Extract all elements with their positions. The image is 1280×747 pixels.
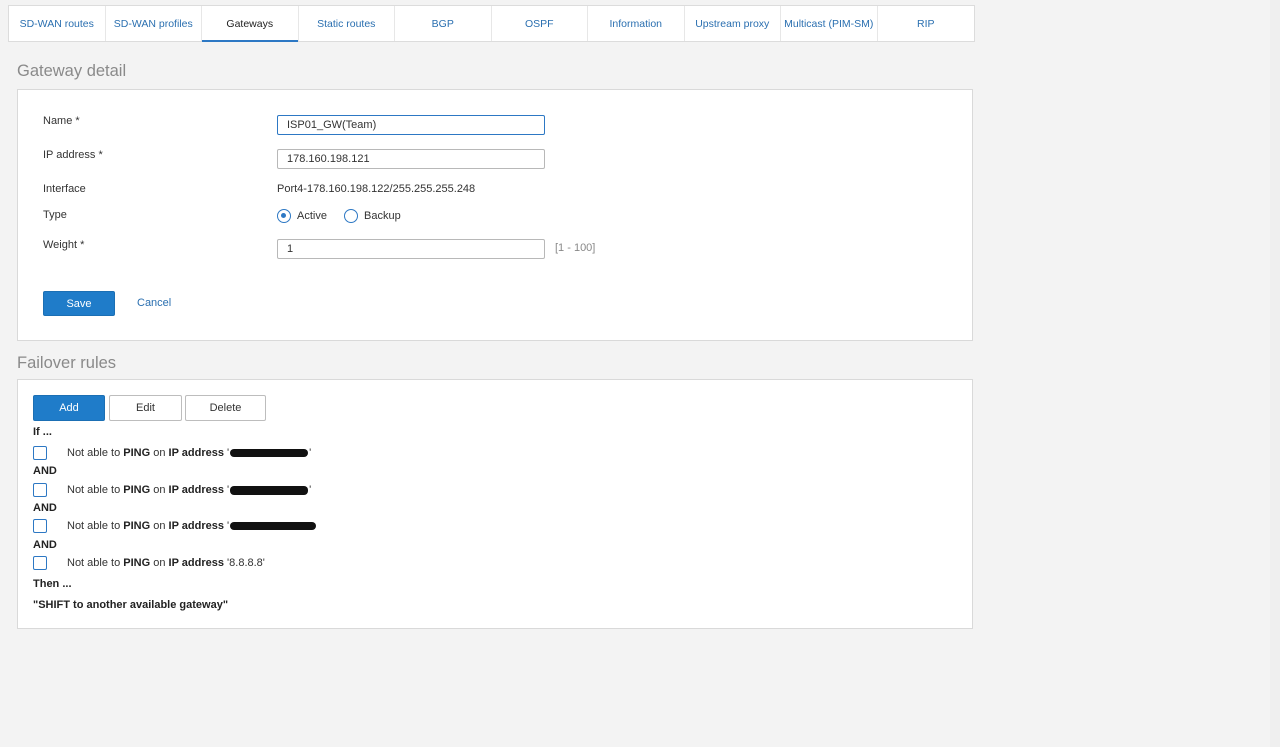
and-label: AND — [33, 502, 57, 514]
then-label: Then ... — [33, 578, 72, 590]
rule-protocol: PING — [123, 520, 151, 532]
redacted-ip — [230, 449, 309, 458]
type-backup-radio[interactable]: Backup — [344, 209, 401, 223]
tab-gateways[interactable]: Gateways — [202, 6, 299, 42]
rule-prefix: Not able to — [67, 520, 121, 532]
redacted-ip — [230, 522, 317, 531]
rule-protocol: PING — [123, 484, 151, 496]
save-button[interactable]: Save — [43, 291, 115, 316]
rule-target: IP address — [168, 557, 224, 569]
cancel-link[interactable]: Cancel — [137, 297, 171, 309]
routing-tabs: SD-WAN routes SD-WAN profiles Gateways S… — [8, 5, 975, 42]
weight-label: Weight * — [43, 239, 85, 251]
weight-range-hint: [1 - 100] — [555, 242, 596, 254]
rule-on: on — [153, 520, 166, 532]
interface-value: Port4-178.160.198.122/255.255.255.248 — [277, 183, 476, 195]
radio-unselected-icon — [344, 209, 358, 223]
tab-ospf[interactable]: OSPF — [492, 6, 588, 41]
rule-condition: Not able to PING on IP address ' — [67, 520, 317, 532]
and-label: AND — [33, 539, 57, 551]
rule-condition: Not able to PING on IP address '8.8.8.8' — [67, 557, 265, 569]
weight-input[interactable]: 1 — [277, 239, 545, 259]
failover-rules-title: Failover rules — [17, 354, 117, 372]
tab-sd-wan-profiles[interactable]: SD-WAN profiles — [106, 6, 202, 41]
rule-condition: Not able to PING on IP address ' ' — [67, 484, 312, 496]
tab-bgp[interactable]: BGP — [395, 6, 492, 41]
type-backup-label: Backup — [364, 210, 401, 222]
ip-address-label: IP address * — [43, 149, 103, 161]
if-label: If ... — [33, 426, 52, 438]
rule-target: IP address — [168, 484, 224, 496]
rule-on: on — [153, 557, 166, 569]
tab-upstream-proxy[interactable]: Upstream proxy — [685, 6, 781, 41]
add-rule-button[interactable]: Add — [33, 395, 105, 421]
rule-prefix: Not able to — [67, 557, 121, 569]
scroll-gutter — [1270, 0, 1280, 747]
rule-prefix: Not able to — [67, 484, 121, 496]
name-input[interactable]: ISP01_GW(Team) — [277, 115, 545, 135]
tab-static-routes[interactable]: Static routes — [299, 6, 395, 41]
ip-address-input[interactable]: 178.160.198.121 — [277, 149, 545, 169]
failover-action: "SHIFT to another available gateway" — [33, 599, 229, 611]
tab-information[interactable]: Information — [588, 6, 685, 41]
radio-selected-icon — [277, 209, 291, 223]
type-label: Type — [43, 209, 67, 221]
rule-protocol: PING — [123, 447, 151, 459]
tab-sd-wan-routes[interactable]: SD-WAN routes — [9, 6, 106, 41]
tab-rip[interactable]: RIP — [878, 6, 975, 41]
name-label: Name * — [43, 115, 80, 127]
rule-prefix: Not able to — [67, 447, 121, 459]
rule-on: on — [153, 484, 166, 496]
rule-condition: Not able to PING on IP address ' ' — [67, 447, 312, 459]
redacted-ip — [230, 485, 309, 495]
type-active-label: Active — [297, 210, 327, 222]
rule-ip: 8.8.8.8 — [229, 557, 263, 569]
type-active-radio[interactable]: Active — [277, 209, 327, 223]
gateway-detail-title: Gateway detail — [17, 62, 127, 80]
tab-multicast[interactable]: Multicast (PIM-SM) — [781, 6, 878, 41]
rule-checkbox[interactable] — [33, 446, 47, 460]
rule-target: IP address — [168, 520, 224, 532]
rule-checkbox[interactable] — [33, 556, 47, 570]
interface-label: Interface — [43, 183, 86, 195]
rule-checkbox[interactable] — [33, 483, 47, 497]
rule-on: on — [153, 447, 166, 459]
rule-protocol: PING — [123, 557, 151, 569]
and-label: AND — [33, 465, 57, 477]
rule-target: IP address — [168, 447, 224, 459]
rule-checkbox[interactable] — [33, 519, 47, 533]
gateway-detail-panel: Name * ISP01_GW(Team) IP address * 178.1… — [17, 89, 973, 341]
failover-rules-panel: Add Edit Delete If ... Not able to PING … — [17, 379, 973, 629]
delete-rule-button[interactable]: Delete — [185, 395, 266, 421]
edit-rule-button[interactable]: Edit — [109, 395, 182, 421]
